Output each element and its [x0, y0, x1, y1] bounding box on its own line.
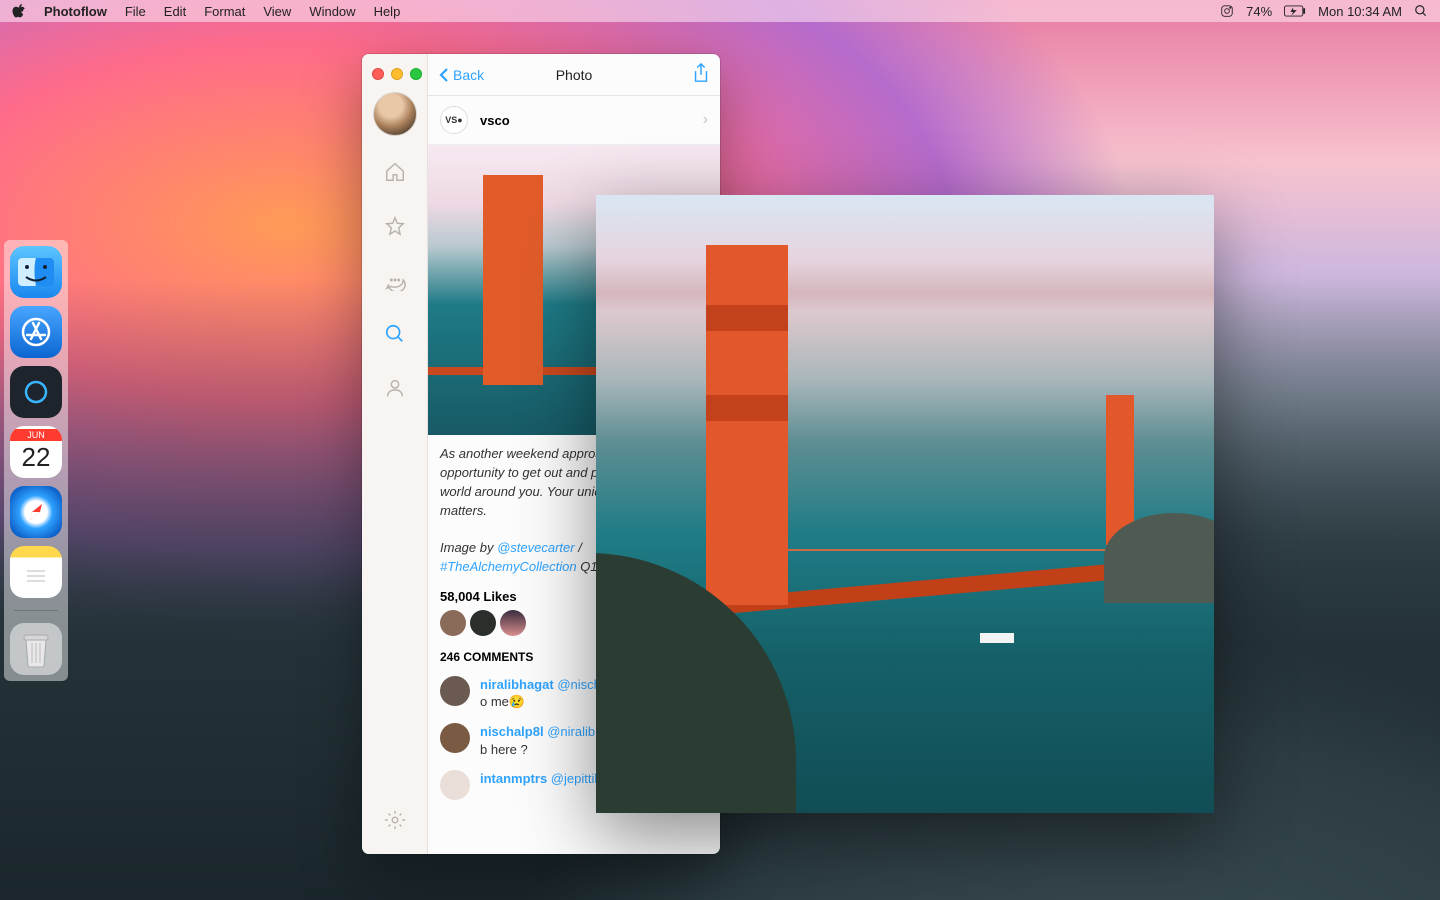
- apple-logo-icon[interactable]: [12, 4, 26, 18]
- expanded-photo-view[interactable]: [596, 195, 1214, 813]
- battery-text: 74%: [1246, 4, 1272, 19]
- instagram-icon[interactable]: [1220, 4, 1234, 18]
- back-button[interactable]: Back: [438, 67, 484, 83]
- liker-avatar[interactable]: [440, 610, 466, 636]
- menu-edit[interactable]: Edit: [164, 4, 186, 19]
- window-header: Back Photo: [428, 54, 720, 96]
- poster-avatar: VS●: [440, 106, 468, 134]
- dock-calendar-icon[interactable]: JUN 22: [10, 426, 62, 478]
- sidebar: [362, 54, 428, 854]
- window-minimize[interactable]: [391, 68, 403, 80]
- dock-photoflow-icon[interactable]: [10, 366, 62, 418]
- dock-finder-icon[interactable]: [10, 246, 62, 298]
- dock-notes-icon[interactable]: [10, 546, 62, 598]
- nav-home-icon[interactable]: [375, 152, 415, 192]
- nav-profile-icon[interactable]: [375, 368, 415, 408]
- commenter-username[interactable]: niralibhagat: [480, 677, 554, 692]
- commenter-username[interactable]: nischalp8l: [480, 724, 544, 739]
- window-traffic-lights: [362, 60, 422, 92]
- dock-safari-icon[interactable]: [10, 486, 62, 538]
- menu-format[interactable]: Format: [204, 4, 245, 19]
- commenter-username[interactable]: intanmptrs: [480, 771, 547, 786]
- comment-body: o me😢: [480, 694, 525, 709]
- clock[interactable]: Mon 10:34 AM: [1318, 4, 1402, 19]
- caption-hashtag-link[interactable]: #TheAlchemyCollection: [440, 559, 577, 574]
- dock-separator: [14, 610, 59, 611]
- poster-username: vsco: [480, 113, 510, 128]
- liker-avatar[interactable]: [470, 610, 496, 636]
- nav-settings-gear-icon[interactable]: [375, 800, 415, 840]
- window-zoom[interactable]: [410, 68, 422, 80]
- commenter-avatar[interactable]: [440, 676, 470, 706]
- menubar: Photoflow File Edit Format View Window H…: [0, 0, 1440, 22]
- page-title: Photo: [556, 67, 593, 83]
- calendar-month: JUN: [10, 429, 62, 441]
- nav-star-icon[interactable]: [375, 206, 415, 246]
- spotlight-search-icon[interactable]: [1414, 4, 1428, 18]
- menu-file[interactable]: File: [125, 4, 146, 19]
- liker-avatar[interactable]: [500, 610, 526, 636]
- commenter-avatar[interactable]: [440, 723, 470, 753]
- menu-window[interactable]: Window: [309, 4, 355, 19]
- nav-chat-icon[interactable]: [375, 260, 415, 300]
- dock: JUN 22: [4, 240, 68, 681]
- menu-app-name[interactable]: Photoflow: [44, 4, 107, 19]
- dock-appstore-icon[interactable]: [10, 306, 62, 358]
- dock-trash-icon[interactable]: [10, 623, 62, 675]
- user-avatar[interactable]: [373, 92, 417, 136]
- battery-charging-icon: [1284, 5, 1306, 17]
- share-button[interactable]: [692, 63, 710, 86]
- menu-view[interactable]: View: [263, 4, 291, 19]
- chevron-right-icon: ›: [703, 111, 708, 129]
- chevron-left-icon: [438, 67, 449, 83]
- menu-help[interactable]: Help: [374, 4, 401, 19]
- window-close[interactable]: [372, 68, 384, 80]
- nav-search-icon[interactable]: [375, 314, 415, 354]
- post-header[interactable]: VS● vsco ›: [428, 96, 720, 145]
- comment-body: b here ?: [480, 742, 528, 757]
- back-label: Back: [453, 67, 484, 83]
- caption-credit-link[interactable]: @stevecarter: [497, 540, 575, 555]
- share-icon: [692, 63, 710, 83]
- calendar-day: 22: [22, 441, 51, 475]
- commenter-avatar[interactable]: [440, 770, 470, 800]
